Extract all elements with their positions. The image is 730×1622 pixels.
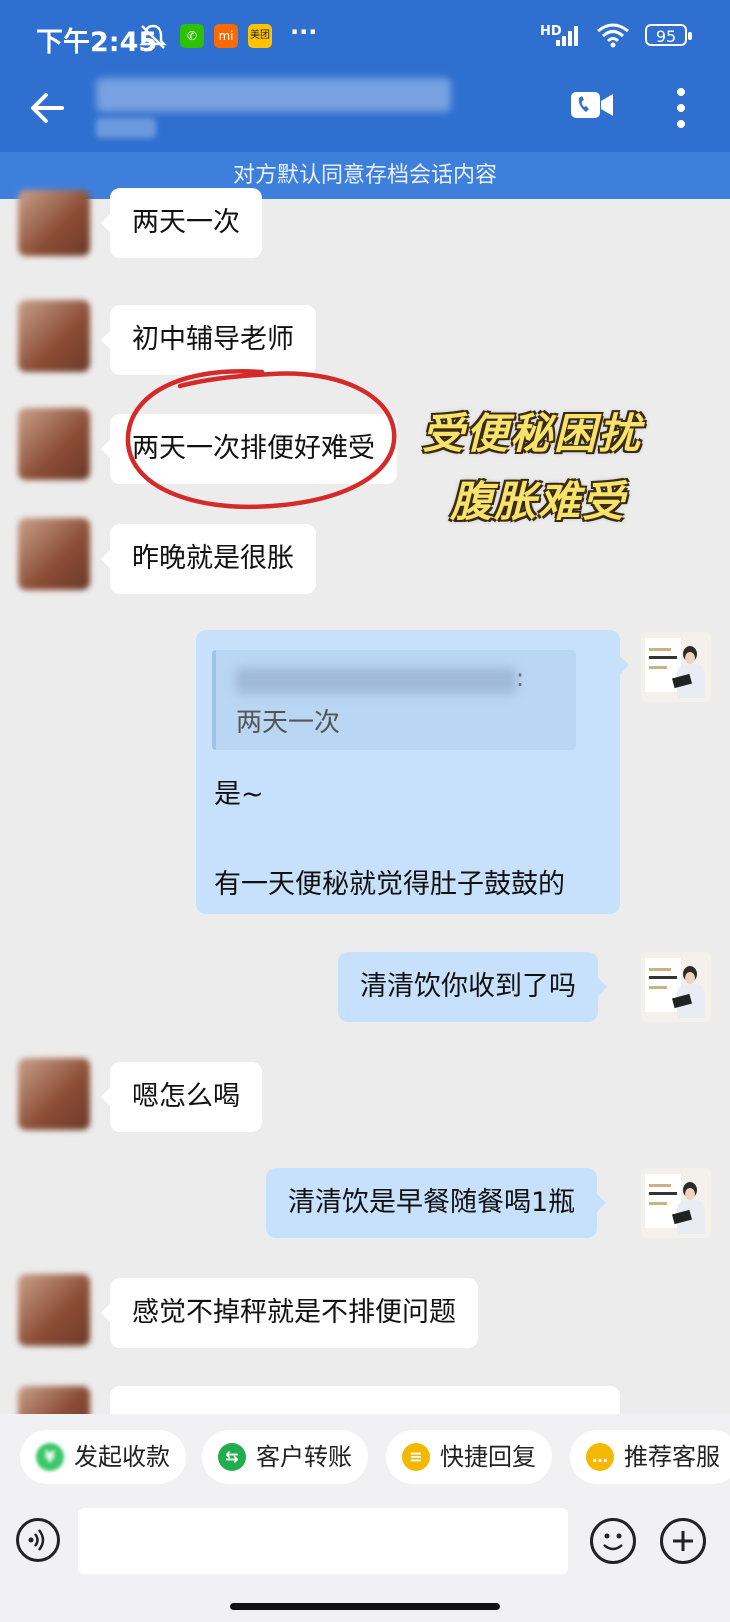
signal-icon (556, 26, 578, 46)
message-incoming: 昨晚就是很胀 (101, 524, 316, 594)
contact-subtitle-blurred (96, 118, 156, 138)
agent-avatar[interactable] (641, 632, 711, 702)
agent-avatar[interactable] (641, 952, 711, 1022)
message-incoming: 嗯怎么喝 (101, 1062, 262, 1132)
quick-reply-icon: ≡ (402, 1443, 430, 1471)
more-options-icon[interactable] (676, 86, 686, 130)
back-arrow-icon[interactable] (28, 88, 68, 128)
video-call-icon[interactable] (570, 88, 614, 122)
customer-avatar[interactable] (18, 190, 90, 256)
message-outgoing-with-quote: : 两天一次 是~ 有一天便秘就觉得肚子鼓鼓的 (196, 630, 629, 914)
agent-avatar[interactable] (641, 1168, 711, 1238)
wifi-icon (597, 23, 629, 48)
customer-avatar[interactable] (18, 518, 90, 590)
annotation-line-2: 腹胀难受 (450, 477, 627, 526)
tool-label: 客户转账 (256, 1443, 352, 1471)
message-incoming: 感觉不掉秤就是不排便问题 (101, 1278, 478, 1348)
battery-indicator: 95 (645, 24, 692, 46)
customer-transfer-button[interactable]: ⇆ 客户转账 (202, 1430, 368, 1484)
home-indicator (230, 1603, 500, 1610)
voice-input-button[interactable] (16, 1518, 60, 1562)
quote-colon: : (516, 664, 525, 692)
message-outgoing: 清清饮是早餐随餐喝1瓶 (266, 1168, 607, 1238)
message-input[interactable] (78, 1508, 568, 1574)
wechat-icon: ✆ (180, 24, 204, 48)
start-payment-button[interactable]: ¥ 发起收款 (20, 1430, 186, 1484)
annotation-line-1: 受便秘困扰 (422, 409, 643, 458)
reply-text-line-1: 是~ (214, 779, 264, 810)
more-actions-button[interactable] (660, 1518, 706, 1564)
quoted-message[interactable]: : 两天一次 (212, 650, 576, 750)
red-circle-annotation (125, 369, 397, 510)
status-bar: 下午2:45 ✆ mi 美团 ··· HD 95 (0, 0, 730, 70)
payment-icon: ¥ (36, 1443, 64, 1471)
recommend-icon: … (586, 1443, 614, 1471)
input-bar (0, 1502, 730, 1622)
voice-icon (28, 1529, 45, 1551)
transfer-icon: ⇆ (218, 1443, 246, 1471)
customer-avatar[interactable] (18, 300, 90, 372)
tool-label: 推荐客服 (624, 1443, 720, 1471)
customer-avatar[interactable] (18, 408, 90, 480)
contact-name-blurred (96, 78, 451, 112)
tool-label: 发起收款 (74, 1443, 170, 1471)
message-outgoing: 清清饮你收到了吗 (338, 952, 607, 1022)
meituan-icon: 美团 (248, 24, 272, 48)
emoji-button[interactable] (590, 1518, 636, 1564)
message-incoming: 两天一次 (101, 188, 262, 258)
quoted-sender-blurred (236, 668, 516, 694)
quick-actions-bar: ¥ 发起收款 ⇆ 客户转账 ≡ 快捷回复 … 推荐客服 (0, 1414, 730, 1502)
more-notifications-icon: ··· (290, 18, 318, 46)
plus-icon (673, 1531, 693, 1551)
customer-avatar[interactable] (18, 1058, 90, 1130)
quoted-text: 两天一次 (236, 708, 341, 738)
emoji-icon (603, 1533, 623, 1551)
mute-bell-icon (139, 24, 167, 49)
tool-label: 快捷回复 (440, 1443, 536, 1471)
recommend-agent-button[interactable]: … 推荐客服 (570, 1430, 730, 1484)
chat-header: 下午2:45 ✆ mi 美团 ··· HD 95 (0, 0, 730, 152)
reply-text-line-2: 有一天便秘就觉得肚子鼓鼓的 (214, 869, 565, 900)
customer-avatar[interactable] (18, 1274, 90, 1346)
mi-icon: mi (214, 24, 238, 48)
archive-notice: 对方默认同意存档会话内容 (0, 152, 730, 199)
quick-reply-button[interactable]: ≡ 快捷回复 (386, 1430, 552, 1484)
